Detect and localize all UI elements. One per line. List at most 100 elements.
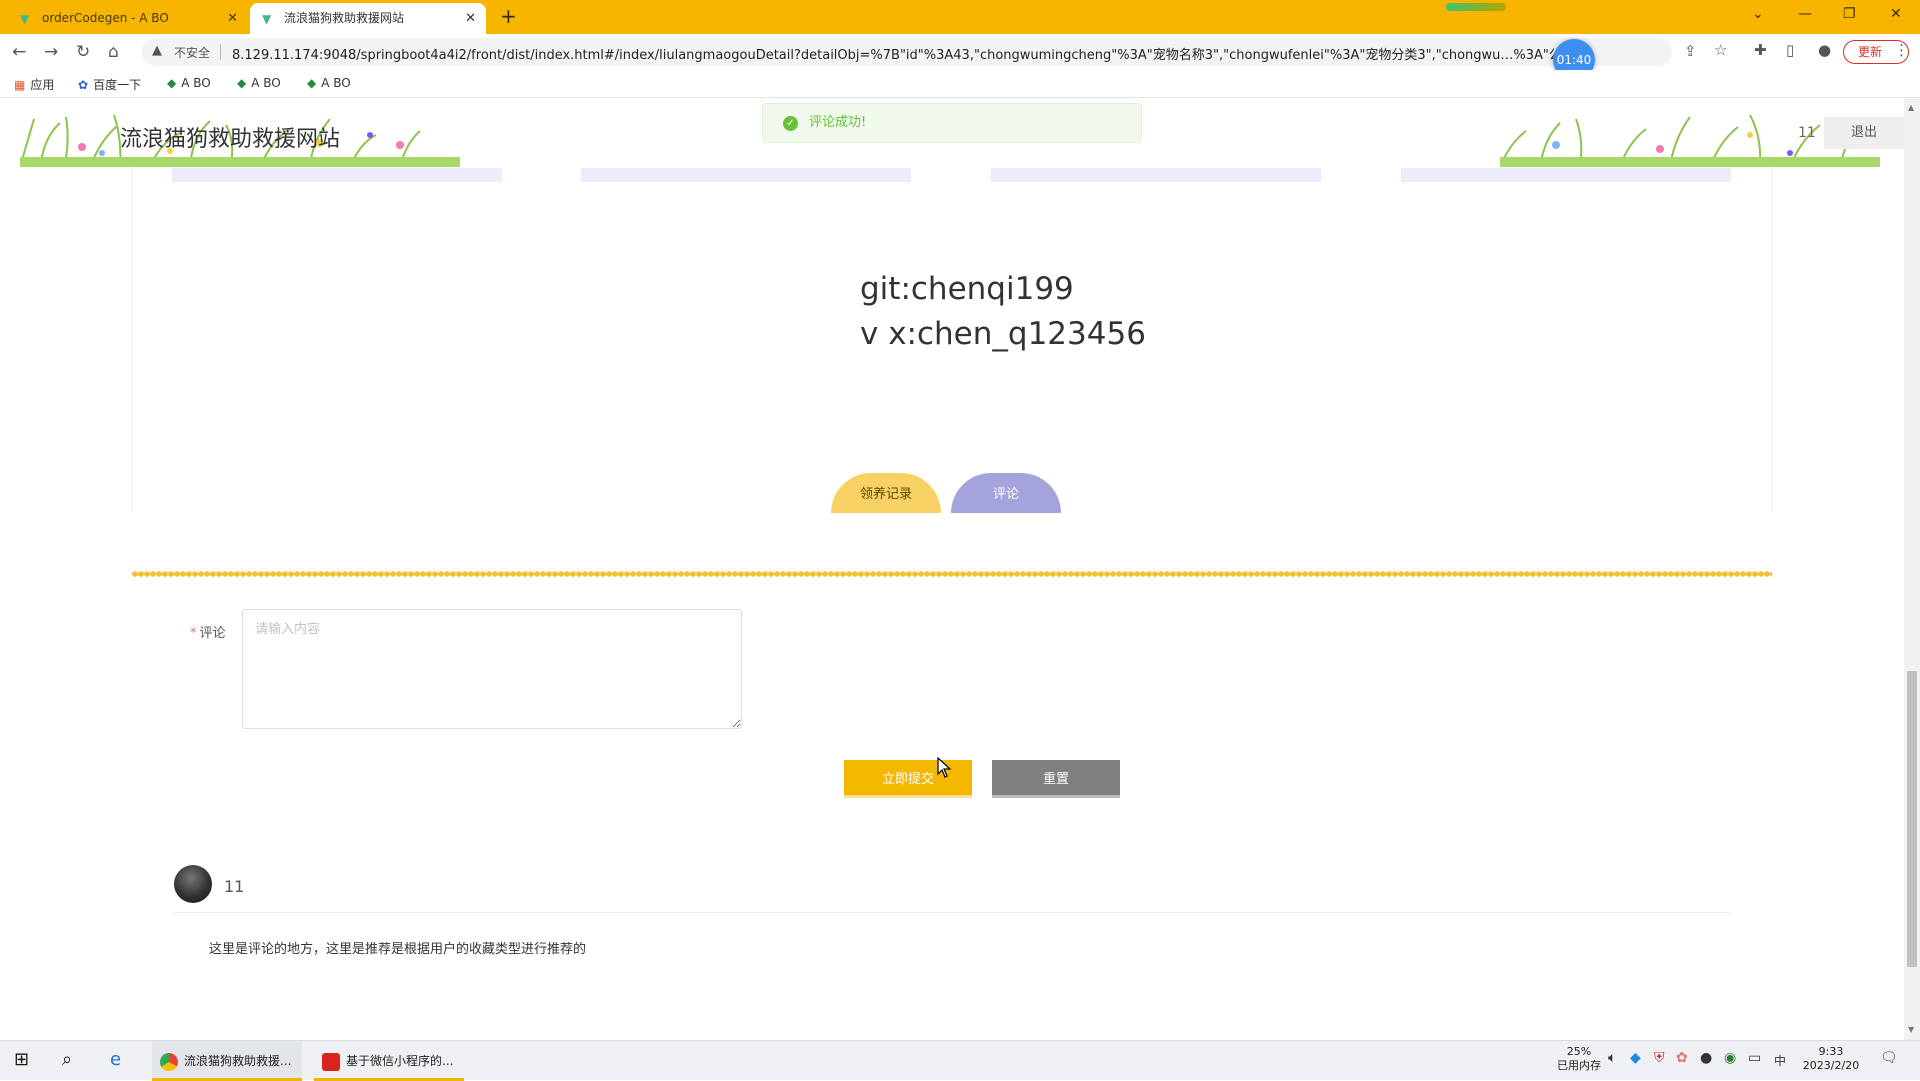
tray-app-icon[interactable]: ◆: [1630, 1050, 1641, 1066]
info-card: [172, 168, 502, 182]
info-card: [991, 168, 1321, 182]
search-icon[interactable]: ⌕: [62, 1049, 72, 1070]
speaker-icon[interactable]: 🔈︎: [1608, 1050, 1616, 1066]
logout-button[interactable]: 退出: [1824, 117, 1904, 149]
ie-browser-icon[interactable]: e: [110, 1049, 121, 1070]
back-icon[interactable]: ←: [12, 42, 26, 62]
taskbar-app-wps[interactable]: 基于微信小程序的...: [314, 1041, 464, 1081]
notification-icon[interactable]: 🗨︎: [1880, 1050, 1898, 1066]
tray-app-icon[interactable]: ✿: [1676, 1050, 1688, 1066]
star-icon[interactable]: ☆: [1714, 41, 1727, 59]
bookmark-label: 应用: [30, 78, 55, 92]
memory-label: 已用内存: [1557, 1059, 1601, 1072]
memory-percent: 25%: [1566, 1045, 1592, 1058]
insecure-label[interactable]: 不安全: [174, 44, 210, 61]
leaf-icon: ◆: [307, 76, 317, 90]
url-text[interactable]: 8.129.11.174:9048/springboot4a4i2/front/…: [232, 44, 1592, 63]
site-title[interactable]: 流浪猫狗救助救援网站: [120, 121, 340, 153]
bookmark-label: A BO: [181, 76, 211, 90]
toast-message: 评论成功!: [809, 115, 867, 130]
bookmark-apps[interactable]: ▦ 应用: [14, 76, 54, 93]
leaf-icon: ◆: [167, 76, 177, 90]
username-display[interactable]: 11: [1798, 125, 1816, 141]
security-shield-icon[interactable]: ⛨: [1654, 1050, 1665, 1066]
taskbar-app-label: 流浪猫狗救助救援...: [184, 1054, 292, 1068]
tab-search-icon[interactable]: ⌄: [1752, 6, 1764, 22]
vue-logo-icon: ▼: [20, 12, 30, 26]
bookmark-label: 百度一下: [93, 78, 142, 92]
memory-usage[interactable]: 25% 已用内存: [1550, 1045, 1608, 1073]
new-tab-button[interactable]: +: [500, 4, 517, 28]
minimize-icon[interactable]: —: [1798, 6, 1812, 22]
media-indicator: [1446, 3, 1506, 11]
browser-tab-active[interactable]: ▼ 流浪猫狗救助救援网站 ✕: [250, 3, 486, 34]
comment-username: 11: [224, 877, 245, 896]
home-icon[interactable]: ⌂: [108, 42, 119, 62]
reload-icon[interactable]: ↻: [76, 42, 90, 62]
share-icon[interactable]: ⇪: [1684, 42, 1697, 60]
mouse-cursor-icon: [937, 757, 952, 778]
profile-icon[interactable]: ●: [1818, 41, 1831, 59]
scroll-up-arrow-icon[interactable]: ▲: [1908, 103, 1914, 112]
clock-time: 9:33: [1818, 1045, 1844, 1058]
bookmark-abo-1[interactable]: ◆ A BO: [167, 76, 211, 90]
close-icon[interactable]: ✕: [227, 3, 238, 34]
address-bar[interactable]: ▲ 不安全 8.129.11.174:9048/springboot4a4i2/…: [142, 38, 1672, 66]
apps-grid-icon: ▦: [14, 78, 26, 92]
leaf-icon: ◆: [237, 76, 247, 90]
bookmark-abo-2[interactable]: ◆ A BO: [237, 76, 281, 90]
comment-field-label: * 评论: [190, 622, 226, 641]
bookmark-label: A BO: [321, 76, 351, 90]
detail-description-line: v x:chen_q123456: [860, 316, 1146, 352]
scroll-down-arrow-icon[interactable]: ▼: [1908, 1025, 1914, 1034]
extensions-icon[interactable]: ✚: [1754, 41, 1767, 59]
windows-start-icon[interactable]: ⊞: [14, 1049, 29, 1070]
clock[interactable]: 9:33 2023/2/20: [1796, 1045, 1866, 1073]
page-scrollbar[interactable]: ▲ ▼: [1904, 99, 1920, 1040]
clock-date: 2023/2/20: [1802, 1059, 1860, 1072]
tab-title: 流浪猫狗救助救援网站: [284, 11, 405, 25]
reset-button[interactable]: 重置: [992, 760, 1120, 798]
bookmark-abo-3[interactable]: ◆ A BO: [307, 76, 351, 90]
site-header: 流浪猫狗救助救援网站 11 退出 ✓ 评论成功!: [0, 99, 1904, 167]
browser-tab-strip: ▼ orderCodegen - A BO ✕ ▼ 流浪猫狗救助救援网站 ✕ +…: [0, 0, 1920, 34]
success-toast: ✓ 评论成功!: [762, 103, 1142, 143]
web-page: 流浪猫狗救助救援网站 11 退出 ✓ 评论成功! git:chenqi199 v…: [0, 99, 1904, 1040]
vue-logo-icon: ▼: [262, 12, 272, 26]
bookmark-baidu[interactable]: ✿ 百度一下: [78, 76, 141, 93]
taskbar-app-label: 基于微信小程序的...: [346, 1054, 454, 1068]
warning-icon[interactable]: ▲: [152, 43, 162, 58]
window-close-icon[interactable]: ✕: [1890, 6, 1902, 22]
required-mark: *: [190, 626, 197, 641]
tab-title: orderCodegen - A BO: [42, 11, 169, 25]
close-icon[interactable]: ✕: [465, 3, 476, 34]
browser-tab-ordercodegen[interactable]: ▼ orderCodegen - A BO ✕: [8, 3, 248, 34]
divider: [220, 44, 221, 60]
scalloped-divider: [132, 568, 1772, 580]
qq-penguin-icon[interactable]: ●: [1700, 1050, 1712, 1066]
forward-icon[interactable]: →: [44, 42, 58, 62]
side-panel-icon[interactable]: ▯: [1786, 41, 1794, 59]
info-card: [1401, 168, 1731, 182]
divider: [174, 912, 1730, 913]
wps-icon: [322, 1052, 340, 1071]
comment-textarea[interactable]: [242, 609, 742, 729]
ime-indicator[interactable]: 中: [1774, 1052, 1786, 1069]
restore-icon[interactable]: ❐: [1843, 6, 1856, 22]
info-card: [581, 168, 911, 182]
chrome-icon: [160, 1052, 178, 1071]
taskbar-app-chrome[interactable]: 流浪猫狗救助救援...: [152, 1041, 302, 1081]
bookmark-label: A BO: [251, 76, 281, 90]
avatar: [174, 865, 212, 903]
grass-decoration-right: [1500, 114, 1880, 167]
toolbar: ← → ↻ ⌂ ▲ 不安全 8.129.11.174:9048/springbo…: [0, 34, 1920, 70]
tray-app-icon[interactable]: ◉: [1724, 1050, 1736, 1066]
comment-content: 这里是评论的地方，这里是推荐是根据用户的收藏类型进行推荐的: [209, 942, 587, 957]
update-button[interactable]: 更新: [1843, 40, 1909, 64]
network-icon[interactable]: ▭: [1748, 1050, 1761, 1066]
check-circle-icon: ✓: [783, 116, 798, 131]
label-text: 评论: [199, 626, 226, 641]
baidu-paw-icon: ✿: [78, 78, 89, 92]
detail-description-line: git:chenqi199: [860, 271, 1074, 307]
scrollbar-thumb[interactable]: [1907, 671, 1917, 967]
